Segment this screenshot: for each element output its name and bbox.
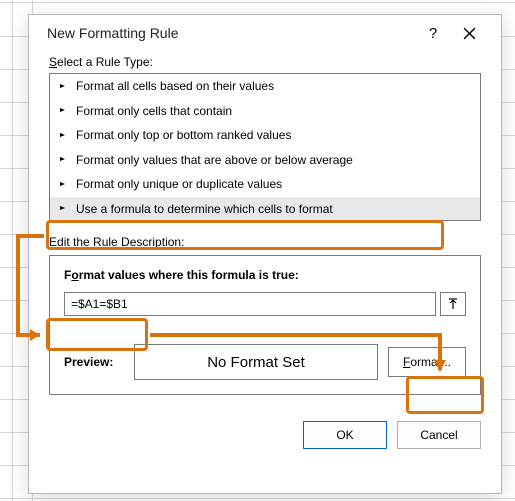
rule-description-panel: Format values where this formula is true… (49, 255, 481, 395)
rule-type-item[interactable]: Format only unique or duplicate values (50, 172, 480, 197)
preview-swatch: No Format Set (134, 344, 378, 380)
rule-type-item-selected[interactable]: Use a formula to determine which cells t… (50, 197, 480, 222)
rule-type-listbox[interactable]: Format all cells based on their values F… (49, 73, 481, 221)
rule-type-item[interactable]: Format only cells that contain (50, 99, 480, 124)
cancel-button[interactable]: Cancel (397, 421, 481, 449)
help-button[interactable]: ? (415, 18, 451, 48)
bullet-icon (60, 155, 70, 165)
collapse-dialog-icon (447, 298, 459, 310)
bullet-icon (60, 179, 70, 189)
close-button[interactable] (451, 18, 487, 48)
ok-button[interactable]: OK (303, 421, 387, 449)
format-button[interactable]: Format... (388, 347, 466, 377)
bullet-icon (60, 130, 70, 140)
formula-section-label: Format values where this formula is true… (64, 268, 466, 282)
rule-type-item[interactable]: Format only values that are above or bel… (50, 148, 480, 173)
titlebar: New Formatting Rule ? (29, 15, 501, 51)
range-selector-button[interactable] (440, 292, 466, 316)
select-rule-type-label: Select a Rule Type: (49, 55, 481, 69)
dialog-title: New Formatting Rule (47, 25, 415, 41)
rule-type-item[interactable]: Format all cells based on their values (50, 74, 480, 99)
bullet-icon (60, 81, 70, 91)
rule-type-item[interactable]: Format only top or bottom ranked values (50, 123, 480, 148)
bullet-icon (60, 204, 70, 214)
bullet-icon (60, 106, 70, 116)
close-icon (463, 27, 476, 40)
preview-label: Preview: (64, 355, 124, 369)
edit-rule-description-label: Edit the Rule Description: (49, 235, 481, 249)
formula-input[interactable] (64, 292, 436, 316)
new-formatting-rule-dialog: New Formatting Rule ? Select a Rule Type… (28, 14, 502, 494)
dialog-footer: OK Cancel (29, 407, 501, 449)
